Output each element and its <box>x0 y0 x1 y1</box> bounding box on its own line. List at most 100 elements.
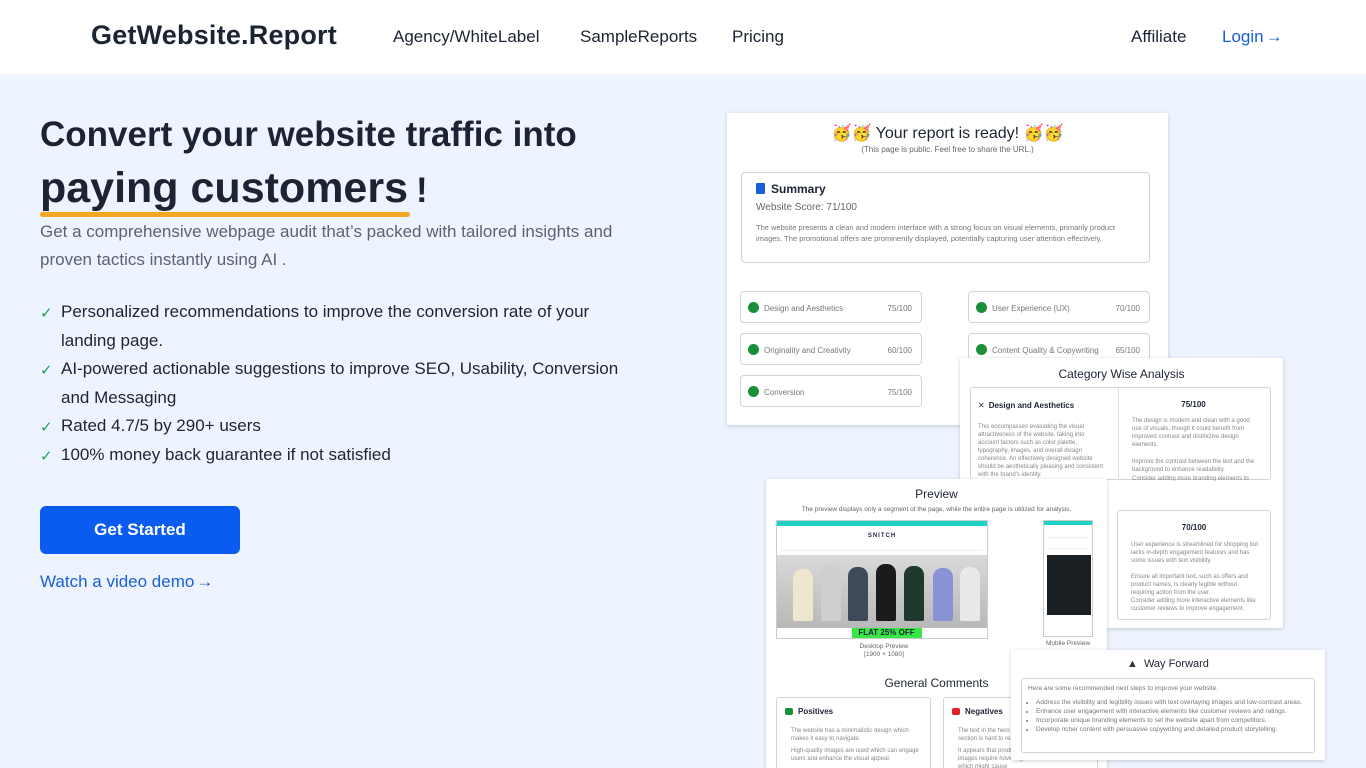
nav-link-affiliate[interactable]: Affiliate <box>1131 27 1186 47</box>
score-pie-icon <box>748 344 759 355</box>
hero-photo <box>1047 555 1091 615</box>
positive-item: High-quality images are used which can e… <box>791 748 919 762</box>
way-forward-item: Enhance user engagement with interactive… <box>1036 708 1310 717</box>
preview-title: Preview <box>915 487 958 501</box>
way-forward-card: ▲ Way Forward Here are some recommended n… <box>1011 650 1325 760</box>
feature-list: ✓ Personalized recommendations to improve… <box>40 298 640 470</box>
rocket-icon: ▲ <box>1127 658 1138 670</box>
document-icon <box>756 183 765 194</box>
category-title: Category Wise Analysis <box>1058 367 1185 381</box>
site-nav-strip <box>781 545 983 551</box>
way-forward-box: Here are some recommended next steps to … <box>1021 678 1315 753</box>
desktop-preview-image: SNITCH FLAT 25% OFF <box>776 520 988 639</box>
score-pie-icon <box>976 344 987 355</box>
mobile-preview-image <box>1043 520 1093 637</box>
negatives-heading: Negatives <box>952 707 1003 716</box>
watch-video-demo-link[interactable]: Watch a video demo → <box>40 572 213 592</box>
nav-link-agency[interactable]: Agency/WhiteLabel <box>393 27 539 47</box>
category-score: 70/100 <box>1181 523 1207 532</box>
headline-highlight: paying customers <box>40 164 410 217</box>
score-row: Conversion 75/100 <box>740 375 922 407</box>
mobile-preview-caption: Mobile Preview <box>1045 640 1091 647</box>
feature-item: ✓ Personalized recommendations to improve… <box>40 298 640 355</box>
score-name: Originality and Creativity <box>764 346 851 355</box>
model-figure <box>904 566 924 621</box>
category-row: 70/100 User experience is streamlined fo… <box>1117 510 1271 620</box>
model-figure <box>960 567 980 621</box>
score-value: 75/100 <box>887 388 912 397</box>
model-figure <box>793 569 813 621</box>
score-name: Content Quality & Copywriting <box>992 346 1099 355</box>
headline-end: ! <box>416 171 428 210</box>
check-icon: ✓ <box>40 305 53 322</box>
feature-text: Personalized recommendations to improve … <box>61 302 590 350</box>
feature-text: Rated 4.7/5 by 290+ users <box>61 416 261 436</box>
model-figure <box>848 567 868 621</box>
summary-title-row: Summary <box>756 182 826 196</box>
positives-box: Positives The website has a minimalistic… <box>776 697 931 768</box>
top-nav: GetWebsite.Report Agency/WhiteLabel Samp… <box>0 0 1366 74</box>
category-row: ✕ Design and Aesthetics This encompasses … <box>970 387 1271 481</box>
tools-icon: ✕ <box>978 401 985 410</box>
site-top-bar <box>1044 521 1092 525</box>
nav-link-sample-reports[interactable]: SampleReports <box>580 27 697 47</box>
score-row: Design and Aesthetics 75/100 <box>740 291 922 323</box>
category-bullet: Improve the contrast between the text an… <box>1132 459 1255 473</box>
feature-item: ✓ 100% money back guarantee if not satisf… <box>40 441 640 470</box>
way-forward-item: Address the visibility and legibility is… <box>1036 699 1310 708</box>
score-value: 75/100 <box>887 304 912 313</box>
category-score: 75/100 <box>1181 400 1206 409</box>
negatives-title: Negatives <box>965 707 1003 716</box>
offer-banner: FLAT 25% OFF <box>851 628 922 638</box>
score-value: 70/100 <box>1115 304 1140 313</box>
site-nav-strip <box>1048 537 1088 549</box>
check-icon: ✓ <box>40 447 53 465</box>
way-forward-title: Way Forward <box>1143 658 1209 670</box>
desktop-preview-caption: Desktop Preview <box>859 643 909 650</box>
category-score-text: The design is modern and clean with a go… <box>1132 418 1250 448</box>
score-value: 60/100 <box>887 346 912 355</box>
check-icon: ✓ <box>40 362 53 380</box>
feature-text: AI-powered actionable suggestions to imp… <box>61 359 619 407</box>
model-figure <box>933 568 953 621</box>
hero-headline-highlight-line: paying customers! <box>40 164 428 217</box>
feature-item: ✓ Rated 4.7/5 by 290+ users <box>40 412 640 441</box>
way-forward-item: Develop richer content with persuasive c… <box>1036 726 1310 735</box>
hero-headline: Convert your website traffic into <box>40 115 577 154</box>
summary-box: Summary Website Score: 71/100 The websit… <box>741 172 1150 263</box>
way-forward-item: Incorporate unique branding elements to … <box>1036 717 1310 726</box>
thumbs-up-icon <box>785 708 793 715</box>
check-icon: ✓ <box>40 419 53 437</box>
summary-description: The website presents a clean and modern … <box>756 223 1115 243</box>
model-figure <box>821 565 841 621</box>
summary-title: Summary <box>771 182 826 196</box>
site-logo: SNITCH <box>867 533 897 539</box>
score-pie-icon <box>748 302 759 313</box>
login-link[interactable]: Login → <box>1222 27 1283 47</box>
report-note: (This page is public. Feel free to share… <box>861 145 1034 154</box>
category-score-text: User experience is streamlined for shopp… <box>1131 542 1259 564</box>
way-forward-intro: Here are some recommended next steps to … <box>1028 685 1219 692</box>
category-bullet: Ensure all important text, such as offer… <box>1131 574 1248 596</box>
score-pie-icon <box>748 386 759 397</box>
website-score: Website Score: 71/100 <box>756 202 857 213</box>
get-started-button[interactable]: Get Started <box>40 506 240 554</box>
video-link-label: Watch a video demo <box>40 572 195 591</box>
category-bullet: Consider adding more interactive element… <box>1131 598 1256 612</box>
score-value: 65/100 <box>1115 346 1140 355</box>
way-forward-list: Address the visibility and legibility is… <box>1036 699 1310 735</box>
thumbs-down-icon <box>952 708 960 715</box>
category-item-text: This encompasses evaluating the visual a… <box>978 424 1104 478</box>
login-label: Login <box>1222 27 1264 46</box>
hero-photo <box>777 555 987 628</box>
feature-text: 100% money back guarantee if not satisfi… <box>61 444 391 464</box>
positive-item: The website has a minimalistic design wh… <box>791 728 909 742</box>
site-top-bar <box>777 521 987 526</box>
positives-heading: Positives <box>785 707 833 716</box>
way-forward-heading: ▲ Way Forward <box>1011 658 1325 670</box>
score-name: Conversion <box>764 388 805 397</box>
report-title: 🥳🥳 Your report is ready! 🥳🥳 <box>831 125 1064 142</box>
score-row: Originality and Creativity 60/100 <box>740 333 922 365</box>
nav-link-pricing[interactable]: Pricing <box>732 27 784 47</box>
brand-logo[interactable]: GetWebsite.Report <box>91 20 337 51</box>
